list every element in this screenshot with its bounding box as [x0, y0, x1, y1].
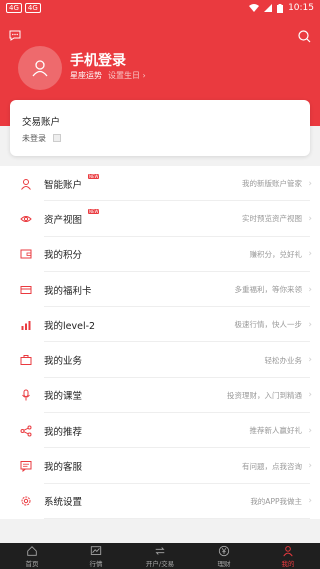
menu-item-label: 我的level-2	[44, 320, 96, 332]
menu-item-label: 资产视图	[44, 214, 83, 226]
menu-item-desc: 赚积分，兑好礼	[249, 249, 303, 259]
menu-item-desc: 轻松办业务	[264, 355, 303, 365]
chevron-right-icon: ›	[308, 319, 312, 330]
chevron-right-icon: ›	[308, 461, 312, 472]
divider	[44, 517, 310, 519]
menu-item[interactable]: 我的福利卡 多重福利，等你来领 ›	[0, 272, 320, 308]
chevron-right-icon: ›	[308, 178, 312, 189]
status-bar: 4G 4G 10:15	[0, 0, 320, 16]
menu-item-label: 智能账户	[44, 179, 83, 191]
menu-item-label: 我的福利卡	[44, 285, 92, 297]
avatar[interactable]	[18, 46, 62, 90]
yen-icon	[218, 545, 230, 556]
tab-label: 我的	[281, 559, 295, 568]
menu-item-label: 我的课堂	[44, 391, 83, 403]
menu-item-label: 我的业务	[44, 356, 83, 368]
tab-label: 行情	[89, 559, 103, 568]
tab-person[interactable]: 我的	[256, 543, 320, 569]
set-birthday-link[interactable]: 设置生日 ›	[108, 70, 146, 81]
chevron-right-icon: ›	[308, 425, 312, 436]
menu-item[interactable]: 我的积分 赚积分，兑好礼 ›	[0, 237, 320, 272]
tab-chart[interactable]: 行情	[64, 543, 128, 569]
menu-item-desc: 有问题，点我咨询	[242, 461, 302, 471]
status-time: 10:15	[288, 3, 314, 13]
menu-item[interactable]: 资产视图 NEW 实时预览资产视图 ›	[0, 201, 320, 237]
menu-item-desc: 推荐新人赢好礼	[249, 426, 303, 436]
menu-item-desc: 多重福利，等你来领	[234, 285, 303, 295]
tab-bar: 首页 行情 开户/交易 理财 我的	[0, 543, 320, 569]
menu-item-label: 系统设置	[44, 497, 83, 509]
bar-chart-icon	[21, 320, 31, 330]
battery-icon	[277, 3, 284, 13]
card-icon	[20, 285, 32, 294]
microphone-icon	[22, 389, 30, 401]
menu-item[interactable]: 智能账户 NEW 我的新版账户管家 ›	[0, 166, 320, 202]
menu-item[interactable]: 我的业务 轻松办业务 ›	[0, 343, 320, 378]
wallet-icon	[20, 249, 32, 259]
person-icon	[21, 178, 31, 190]
new-badge: NEW	[88, 174, 100, 179]
chevron-right-icon: ›	[308, 284, 312, 295]
chart-icon	[90, 545, 102, 555]
network-badge: 4G	[24, 3, 41, 13]
eye-icon	[20, 215, 32, 222]
menu-item-desc: 实时预览资产视图	[242, 214, 302, 224]
menu-item[interactable]: 我的客服 有问题，点我咨询 ›	[0, 448, 320, 484]
chevron-right-icon: ›	[308, 213, 312, 224]
menu-item-desc: 我的APP我做主	[250, 496, 302, 506]
tab-label: 开户/交易	[145, 559, 175, 568]
tab-exchange[interactable]: 开户/交易	[128, 543, 192, 569]
gear-icon	[21, 496, 31, 506]
account-status: 未登录	[22, 134, 46, 143]
login-title[interactable]: 手机登录	[70, 50, 126, 70]
tab-yen[interactable]: 理财	[192, 543, 256, 569]
menu-item[interactable]: 我的课堂 投资理财，入门到精通 ›	[0, 378, 320, 414]
menu-item-desc: 我的新版账户管家	[242, 179, 302, 189]
new-badge: NEW	[88, 209, 100, 215]
set-birthday-label: 设置生日	[108, 71, 140, 80]
menu-item-label: 我的推荐	[44, 426, 83, 438]
exchange-icon	[155, 546, 165, 555]
chevron-right-icon: ›	[308, 390, 312, 401]
menu-list: 智能账户 NEW 我的新版账户管家 › 资产视图 NEW 实时预览资产视图 › 我的积分 赚积分，…	[0, 166, 320, 519]
share-icon	[20, 425, 32, 437]
trading-account-card[interactable]: 交易账户 未登录	[10, 100, 310, 156]
menu-item-label: 我的客服	[44, 462, 83, 474]
tab-label: 理财	[217, 559, 231, 568]
account-title: 交易账户	[22, 117, 61, 128]
tab-label: 首页	[25, 559, 39, 568]
chevron-right-icon: ›	[308, 496, 312, 507]
menu-item[interactable]: 系统设置 我的APP我做主 ›	[0, 484, 320, 519]
search-icon[interactable]	[298, 30, 311, 43]
menu-item[interactable]: 我的推荐 推荐新人赢好礼 ›	[0, 413, 320, 449]
menu-item-desc: 投资理财，入门到精通	[227, 390, 302, 400]
menu-item-desc: 极速行情，快人一步	[234, 320, 303, 330]
briefcase-icon	[20, 355, 32, 366]
home-icon	[27, 545, 37, 556]
user-icon	[32, 60, 48, 77]
menu-item-label: 我的积分	[44, 250, 83, 262]
chevron-right-icon: ›	[308, 249, 312, 260]
network-badge: 4G	[6, 3, 22, 13]
person-icon	[283, 545, 293, 556]
signal-icon	[264, 4, 273, 12]
message-icon	[20, 461, 32, 473]
wifi-icon	[249, 4, 260, 12]
chevron-right-icon: ›	[308, 355, 312, 366]
menu-item[interactable]: 我的level-2 极速行情，快人一步 ›	[0, 307, 320, 343]
horoscope-link[interactable]: 星座运势	[70, 70, 102, 81]
account-status-indicator	[53, 134, 61, 142]
tab-home[interactable]: 首页	[0, 543, 64, 569]
message-icon[interactable]	[9, 30, 21, 41]
